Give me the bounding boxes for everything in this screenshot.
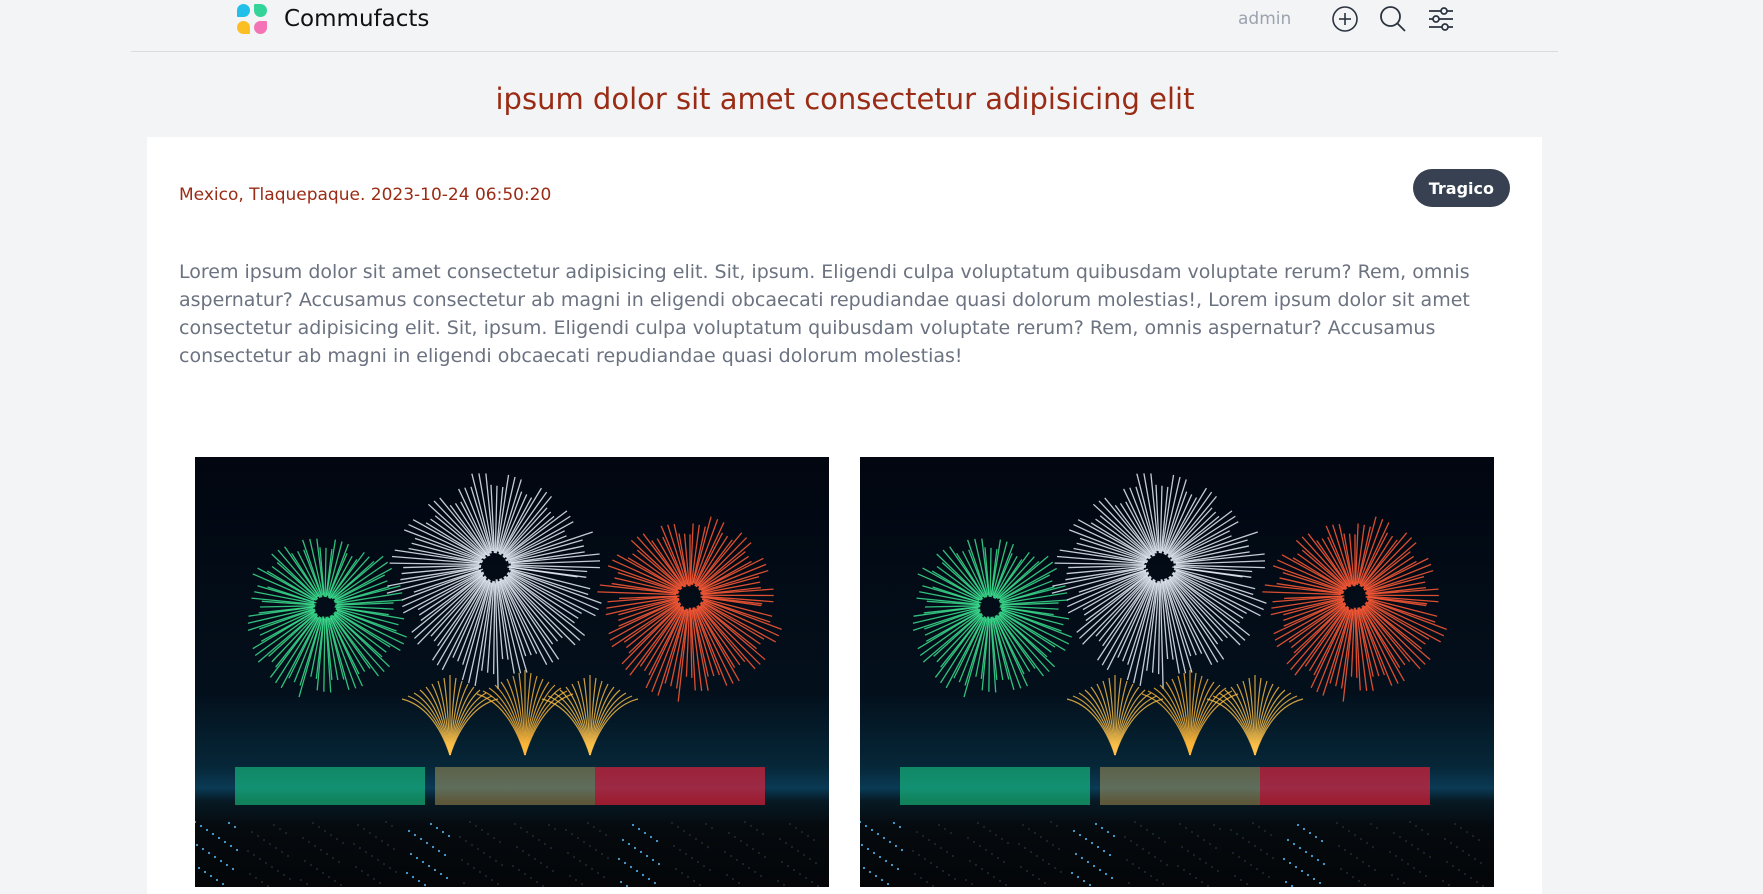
logo-icon <box>236 3 268 35</box>
settings-sliders-icon[interactable] <box>1426 4 1456 34</box>
post-title: ipsum dolor sit amet consectetur adipisi… <box>495 82 1195 116</box>
top-navbar: Commufacts admin <box>131 0 1558 52</box>
post-location-date: Mexico, Tlaquepaque. 2023-10-24 06:50:20 <box>179 185 552 205</box>
category-badge[interactable]: Tragico <box>1412 169 1510 207</box>
post-body: Lorem ipsum dolor sit amet consectetur a… <box>179 261 1470 367</box>
post-card: Mexico, Tlaquepaque. 2023-10-24 06:50:20… <box>147 137 1542 894</box>
username-label[interactable]: admin <box>1238 9 1291 29</box>
brand-name: Commufacts <box>284 6 430 32</box>
add-circle-icon[interactable] <box>1330 4 1360 34</box>
brand[interactable]: Commufacts <box>236 0 429 38</box>
post-image-1[interactable] <box>195 457 829 887</box>
search-icon[interactable] <box>1378 4 1408 34</box>
post-image-2[interactable] <box>860 457 1494 887</box>
